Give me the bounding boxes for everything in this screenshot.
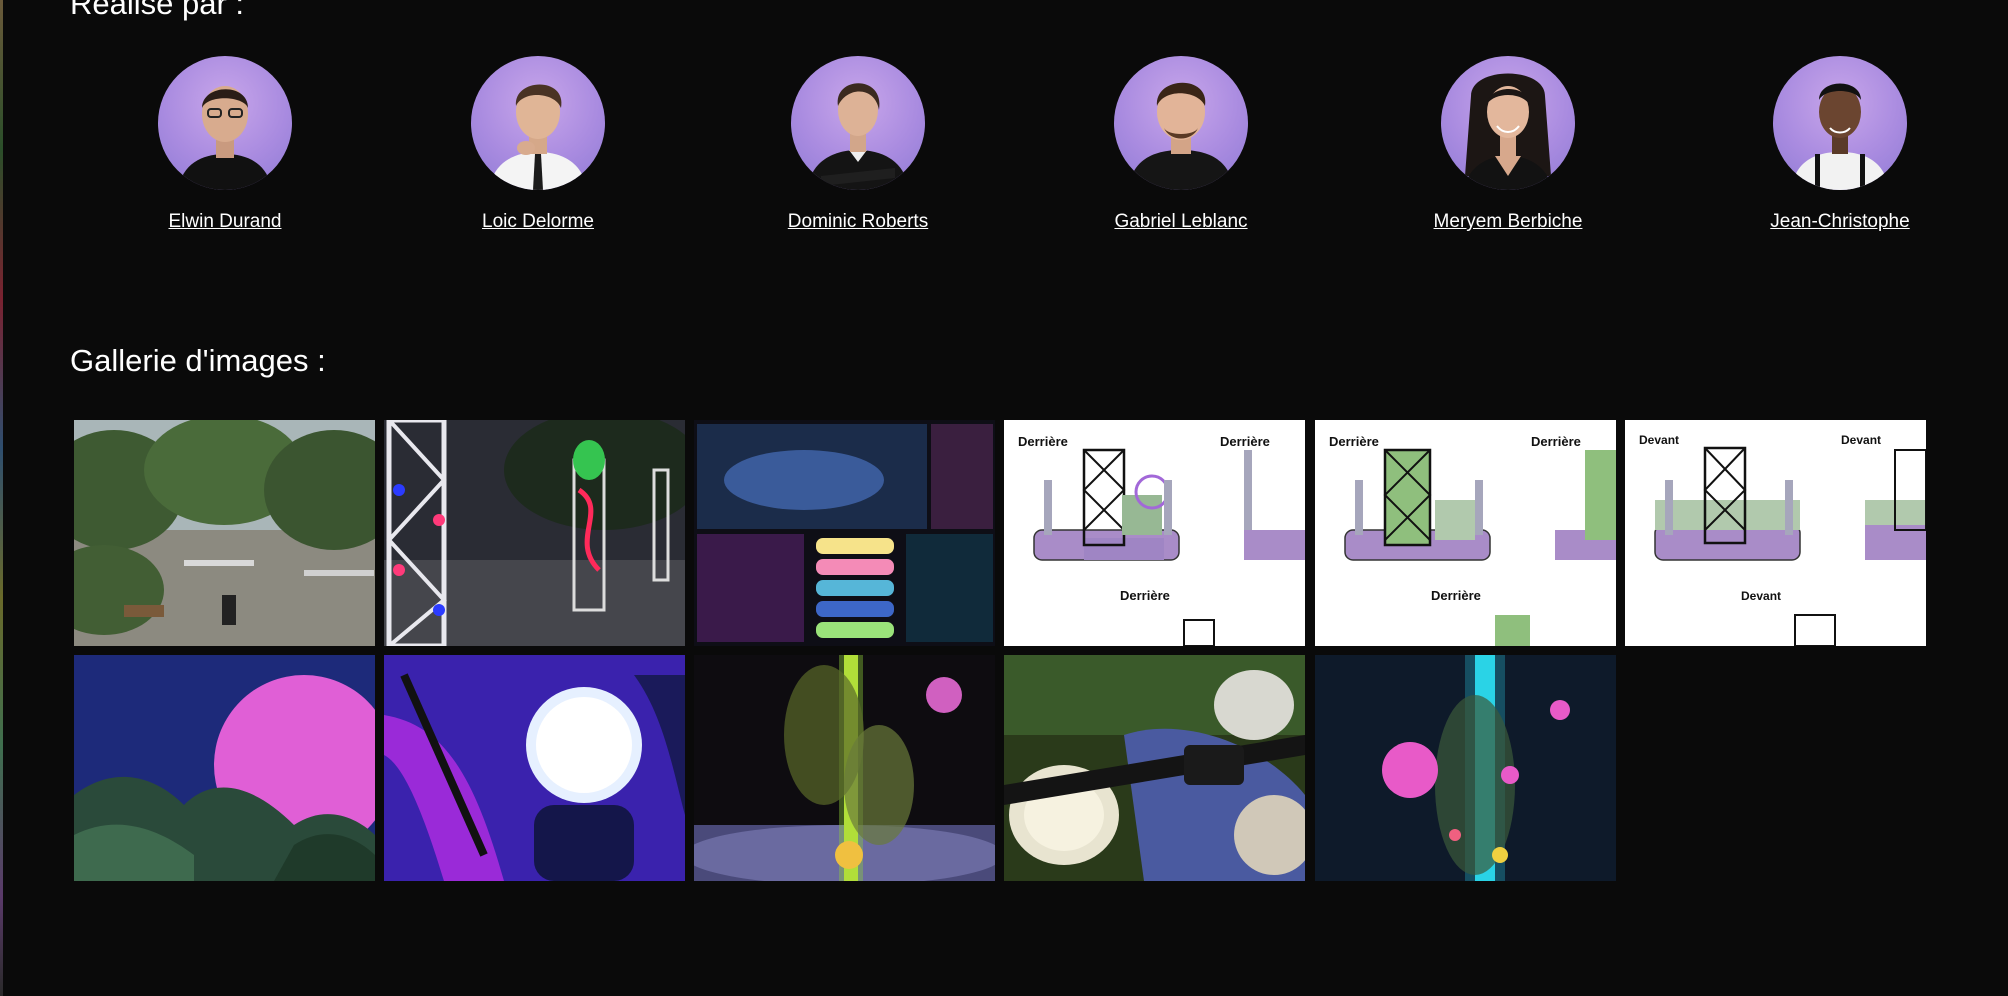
portrait-icon [489,84,587,190]
avatar [1441,56,1575,190]
gallery-image-moodboard[interactable] [694,420,995,646]
portrait-icon [178,86,272,190]
team-member: Elwin Durand [115,56,335,233]
sketch-label: Derrière [1120,588,1170,603]
member-name-link[interactable]: Elwin Durand [169,211,282,233]
page: Réalisé par : Elwin Durand Loic Delorme … [0,0,2008,996]
gallery-image-sketch-back-1[interactable]: Derrière Derrière Derrière [1004,420,1305,646]
avatar [791,56,925,190]
avatar [1773,56,1907,190]
sketch-label: Derrière [1431,588,1481,603]
sketch-label: Derrière [1531,434,1581,449]
gallery-image-bulb-socket[interactable] [1004,655,1305,881]
avatar [158,56,292,190]
member-name-link[interactable]: Dominic Roberts [788,211,928,233]
team-member: Dominic Roberts [748,56,968,233]
team-list: Elwin Durand Loic Delorme Dominic Robert… [0,56,2008,236]
credits-heading: Réalisé par : [70,0,245,21]
sketch-label: Derrière [1018,434,1068,449]
sketch-label: Devant [1841,433,1881,447]
sketch-label: Derrière [1220,434,1270,449]
sketch-label: Derrière [1329,434,1379,449]
sketch-label: Devant [1639,433,1679,447]
gallery-image-green-light[interactable] [694,655,995,881]
gallery-image-park[interactable] [74,420,375,646]
portrait-icon [807,83,909,190]
sketch-label: Devant [1741,589,1781,603]
member-name-link[interactable]: Meryem Berbiche [1434,211,1583,233]
gallery-image-sketch-back-2[interactable]: Derrière Derrière Derrière [1315,420,1616,646]
team-member: Jean-Christophe [1730,56,1950,233]
portrait-icon [1791,83,1889,190]
team-member: Loic Delorme [428,56,648,233]
team-member: Gabriel Leblanc [1071,56,1291,233]
team-member: Meryem Berbiche [1398,56,1618,233]
member-name-link[interactable]: Gabriel Leblanc [1114,211,1247,233]
avatar [1114,56,1248,190]
member-name-link[interactable]: Jean-Christophe [1770,211,1909,233]
portrait-icon [1463,73,1553,190]
gallery-image-truss-render[interactable] [384,420,685,646]
gallery-image-sketch-front[interactable]: Devant Devant Devant [1625,420,1926,646]
avatar [471,56,605,190]
portrait-icon [1128,82,1234,190]
member-name-link[interactable]: Loic Delorme [482,211,594,233]
gallery-heading: Gallerie d'images : [70,343,326,378]
gallery-image-blue-bulb[interactable] [384,655,685,881]
gallery-image-cyan-column[interactable] [1315,655,1616,881]
gallery-image-pink-orb[interactable] [74,655,375,881]
